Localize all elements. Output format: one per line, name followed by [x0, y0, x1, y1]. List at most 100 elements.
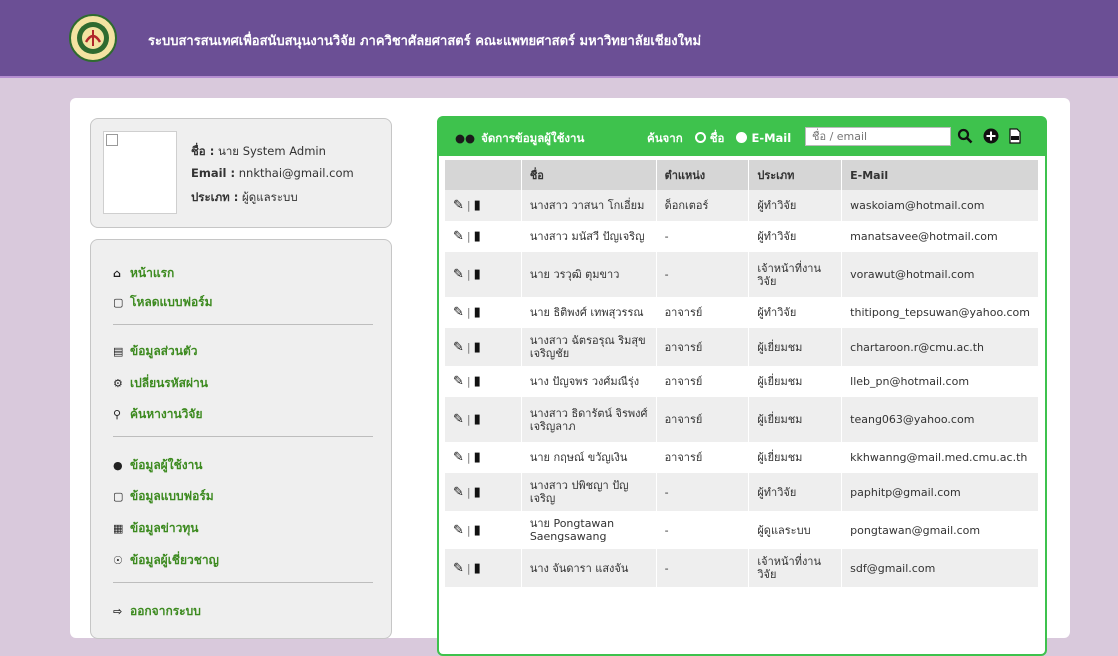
action-separator: | [466, 268, 471, 281]
menu-item-change-password-label: เปลี่ยนรหัสผ่าน [130, 376, 208, 390]
row-actions: ✎ | ▮ [445, 328, 522, 366]
row-actions: ✎ | ▮ [445, 473, 522, 511]
cell-type: ผู้ทำวิจัย [749, 297, 843, 328]
menu-item-search-research-label: ค้นหางานวิจัย [130, 407, 203, 421]
delete-icon[interactable]: ▮ [474, 485, 481, 500]
menu-item-search-research[interactable]: ⚲ ค้นหางานวิจัย [113, 405, 202, 424]
edit-icon[interactable]: ✎ [453, 523, 464, 538]
table-row: ✎ | ▮ นางสาว ปพิชญา ปัญเจริญ - ผู้ทำวิจัย paph… [445, 473, 1039, 511]
delete-icon[interactable]: ▮ [474, 523, 481, 538]
cell-email: pongtawan@gmail.com [842, 511, 1039, 549]
edit-icon[interactable]: ✎ [453, 340, 464, 355]
profile-type: ประเภท : ผู้ดูแลระบบ [191, 189, 298, 207]
menu-item-change-password[interactable]: ⚙ เปลี่ยนรหัสผ่าน [113, 374, 208, 393]
row-actions: ✎ | ▮ [445, 397, 522, 442]
menu-item-logout[interactable]: ⇨ ออกจากระบบ [113, 602, 201, 621]
delete-icon[interactable]: ▮ [474, 412, 481, 427]
radio-search-email-label: E-Mail [751, 131, 792, 145]
edit-icon[interactable]: ✎ [453, 305, 464, 320]
cell-position: อาจารย์ [656, 442, 750, 473]
pdf-icon[interactable] [1007, 128, 1023, 144]
header-title: ระบบสารสนเทศเพื่อสนับสนุนงานวิจัย ภาควิช… [148, 34, 702, 49]
cell-position: อาจารย์ [656, 328, 750, 366]
cell-position: - [656, 511, 750, 549]
cell-type: ผู้เยี่ยมชม [749, 442, 843, 473]
row-actions: ✎ | ▮ [445, 190, 522, 221]
edit-icon[interactable]: ✎ [453, 412, 464, 427]
menu-item-users[interactable]: ● ข้อมูลผู้ใช้งาน [113, 456, 203, 475]
radio-search-email[interactable] [736, 132, 748, 143]
id-card-icon: ▤ [113, 345, 124, 358]
edit-icon[interactable]: ✎ [453, 374, 464, 389]
cell-name: นางสาว ปพิชญา ปัญเจริญ [521, 473, 657, 511]
search-by-label: ค้นจาก [647, 131, 683, 145]
cell-email: chartaroon.r@cmu.ac.th [842, 328, 1039, 366]
search-icon: ⚲ [113, 408, 122, 421]
table-row: ✎ | ▮ นาย วรวุฒิ ตุมขาว - เจ้าหน้าที่งานวิจัย… [445, 252, 1039, 297]
menu-divider [113, 582, 373, 583]
row-actions: ✎ | ▮ [445, 511, 522, 549]
cell-type: ผู้เยี่ยมชม [749, 328, 843, 366]
home-icon: ⌂ [113, 267, 121, 280]
action-separator: | [466, 199, 471, 212]
menu-item-download-form-label: โหลดแบบฟอร์ม [130, 295, 213, 309]
expert-icon: ☉ [113, 554, 123, 567]
cell-type: ผู้เยี่ยมชม [749, 397, 843, 442]
radio-search-name[interactable] [694, 132, 706, 143]
menu-item-forms[interactable]: ▢ ข้อมูลแบบฟอร์ม [113, 487, 214, 506]
row-actions: ✎ | ▮ [445, 297, 522, 328]
profile-card: ชื่อ : นาย System Admin Email : nnkthai@… [90, 118, 392, 228]
folder-icon: ▢ [113, 490, 124, 503]
cell-email: manatsavee@hotmail.com [842, 221, 1039, 252]
cell-email: teang063@yahoo.com [842, 397, 1039, 442]
main-panel: ชื่อ : นาย System Admin Email : nnkthai@… [70, 98, 1070, 656]
profile-email-value: nnkthai@gmail.com [238, 166, 354, 180]
column-header-actions [445, 160, 522, 190]
users-toolbar: ●● จัดการข้อมูลผู้ใช้งาน ค้นจาก ชื่อ E-Ma… [439, 118, 1045, 156]
action-separator: | [466, 413, 471, 426]
delete-icon[interactable]: ▮ [474, 340, 481, 355]
users-panel-title-text: จัดการข้อมูลผู้ใช้งาน [481, 131, 585, 145]
delete-icon[interactable]: ▮ [474, 229, 481, 244]
cell-email: thitipong_tepsuwan@yahoo.com [842, 297, 1039, 328]
search-input[interactable] [805, 127, 951, 146]
search-icon[interactable] [957, 128, 973, 144]
cell-position: - [656, 252, 750, 297]
delete-icon[interactable]: ▮ [474, 374, 481, 389]
table-header-row: ชื่อ ตำแหน่ง ประเภท E-Mail [445, 160, 1039, 190]
newspaper-icon: ▦ [113, 522, 124, 535]
profile-name: ชื่อ : นาย System Admin [191, 143, 326, 161]
edit-icon[interactable]: ✎ [453, 267, 464, 282]
menu-item-experts-label: ข้อมูลผู้เชี่ยวชาญ [130, 553, 219, 567]
profile-type-value: ผู้ดูแลระบบ [242, 190, 298, 204]
users-panel: ●● จัดการข้อมูลผู้ใช้งาน ค้นจาก ชื่อ E-Ma… [437, 116, 1047, 656]
logo-emblem-icon [77, 22, 109, 54]
cell-type: ผู้เยี่ยมชม [749, 366, 843, 397]
delete-icon[interactable]: ▮ [474, 267, 481, 282]
delete-icon[interactable]: ▮ [474, 561, 481, 576]
cell-email: waskoiam@hotmail.com [842, 190, 1039, 221]
radio-search-name-label: ชื่อ [709, 131, 725, 145]
menu-item-personal-info[interactable]: ▤ ข้อมูลส่วนตัว [113, 342, 197, 361]
action-separator: | [466, 523, 471, 537]
menu-item-download-form[interactable]: ▢ โหลดแบบฟอร์ม [113, 293, 213, 312]
edit-icon[interactable]: ✎ [453, 198, 464, 213]
edit-icon[interactable]: ✎ [453, 561, 464, 576]
profile-email-label: Email : [191, 166, 236, 180]
delete-icon[interactable]: ▮ [474, 198, 481, 213]
edit-icon[interactable]: ✎ [453, 229, 464, 244]
add-icon[interactable] [983, 128, 999, 144]
edit-icon[interactable]: ✎ [453, 485, 464, 500]
profile-name-label: ชื่อ : [191, 144, 215, 158]
cell-name: นาย Pongtawan Saengsawang [521, 511, 657, 549]
menu-item-experts[interactable]: ☉ ข้อมูลผู้เชี่ยวชาญ [113, 551, 219, 570]
delete-icon[interactable]: ▮ [474, 450, 481, 465]
delete-icon[interactable]: ▮ [474, 305, 481, 320]
action-separator: | [466, 375, 471, 388]
menu-item-grant-news[interactable]: ▦ ข้อมูลข่าวทุน [113, 519, 198, 538]
cell-name: นางสาว วาสนา โกเอี่ยม [521, 190, 657, 221]
action-separator: | [466, 561, 471, 575]
cell-name: นาย ธิติพงศ์ เทพสุวรรณ [521, 297, 657, 328]
menu-item-home[interactable]: ⌂ หน้าแรก [113, 264, 174, 283]
edit-icon[interactable]: ✎ [453, 450, 464, 465]
